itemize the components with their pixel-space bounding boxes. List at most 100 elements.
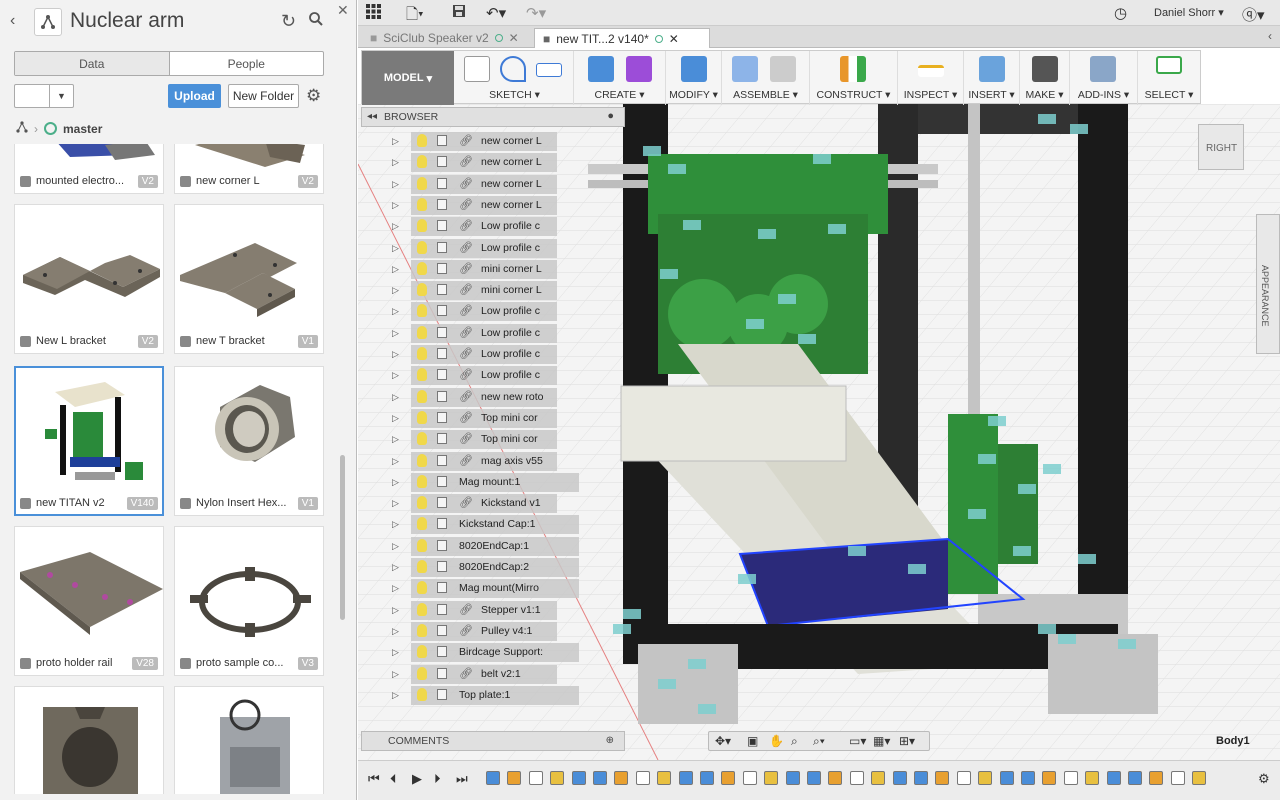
browser-item[interactable]: ▷ 🔗︎ Low profile c: [361, 238, 625, 259]
new-folder-button[interactable]: New Folder: [228, 84, 299, 108]
expand-icon[interactable]: ▷: [392, 221, 399, 232]
undo-icon[interactable]: ↶▾: [486, 4, 506, 22]
insert-group[interactable]: INSERT ▾: [964, 51, 1020, 105]
timeline-feature-icon[interactable]: [764, 771, 779, 785]
redo-icon[interactable]: ↷▾: [526, 4, 546, 22]
timeline-feature-icon[interactable]: [1106, 771, 1121, 785]
file-card[interactable]: [174, 686, 324, 794]
modify-group[interactable]: MODIFY ▾: [666, 51, 722, 105]
timeline-feature-icon[interactable]: [1085, 771, 1100, 785]
timeline-feature-icon[interactable]: [507, 771, 522, 785]
search-icon[interactable]: [309, 12, 323, 30]
expand-icon[interactable]: ▷: [392, 626, 399, 637]
go-to-start-icon[interactable]: ⏮: [368, 771, 380, 787]
timeline-feature-icon[interactable]: [914, 771, 928, 785]
rectangle-icon[interactable]: [536, 63, 562, 77]
visibility-bulb-icon[interactable]: [417, 176, 427, 190]
visibility-bulb-icon[interactable]: [417, 496, 427, 510]
browser-item[interactable]: ▷ Kickstand Cap:1: [361, 514, 625, 535]
browser-item[interactable]: ▷ 🔗︎ mini corner L: [361, 280, 625, 301]
step-forward-icon[interactable]: ⏵: [434, 771, 441, 787]
timeline-settings-icon[interactable]: ⚙: [1258, 771, 1270, 787]
browser-item[interactable]: ▷ 🔗︎ Low profile c: [361, 301, 625, 322]
visibility-bulb-icon[interactable]: [417, 453, 427, 467]
expand-icon[interactable]: ▷: [392, 519, 399, 530]
expand-icon[interactable]: ▷: [392, 690, 399, 701]
visibility-bulb-icon[interactable]: [417, 602, 427, 616]
display-settings-icon[interactable]: ▭▾: [849, 734, 866, 748]
timeline-feature-icon[interactable]: [1192, 771, 1207, 785]
look-at-icon[interactable]: ▣: [747, 734, 758, 748]
user-menu[interactable]: Daniel Shorr ▾: [1154, 6, 1224, 19]
visibility-bulb-icon[interactable]: [417, 623, 427, 637]
expand-icon[interactable]: ▷: [392, 541, 399, 552]
collapse-tabs-icon[interactable]: ‹: [1268, 29, 1272, 43]
browser-item[interactable]: ▷ Top plate:1: [361, 685, 625, 706]
timeline-feature-icon[interactable]: [807, 771, 821, 785]
insert-image-icon[interactable]: [979, 56, 1005, 82]
visibility-bulb-icon[interactable]: [417, 368, 427, 382]
visibility-bulb-icon[interactable]: [417, 219, 427, 233]
expand-icon[interactable]: ▷: [392, 477, 399, 488]
timeline-feature-icon[interactable]: [785, 771, 800, 785]
timeline-feature-icon[interactable]: [721, 771, 736, 785]
browser-item[interactable]: ▷ 🔗︎ mini corner L: [361, 259, 625, 280]
timeline-feature-icon[interactable]: [700, 771, 714, 785]
grid-settings-icon[interactable]: ▦▾: [873, 734, 890, 748]
viewports-icon[interactable]: ⊞▾: [899, 734, 915, 748]
browser-item[interactable]: ▷ 🔗︎ new new roto: [361, 387, 625, 408]
expand-icon[interactable]: ▷: [392, 392, 399, 403]
timeline-feature-icon[interactable]: [678, 771, 693, 785]
browser-header[interactable]: ◂◂ BROWSER ●: [361, 107, 625, 127]
browser-item[interactable]: ▷ 🔗︎ Low profile c: [361, 344, 625, 365]
tab-data[interactable]: Data: [15, 52, 170, 75]
visibility-bulb-icon[interactable]: [417, 517, 427, 531]
browser-item[interactable]: ▷ 🔗︎ new corner L: [361, 195, 625, 216]
timeline-feature-icon[interactable]: [978, 771, 993, 785]
refresh-icon[interactable]: ↻: [281, 11, 296, 32]
new-component-icon[interactable]: [732, 56, 758, 82]
gear-icon[interactable]: ⚙: [306, 86, 321, 106]
visibility-bulb-icon[interactable]: [417, 197, 427, 211]
file-card-selected[interactable]: new TITAN v2 V140: [14, 366, 164, 516]
upload-button[interactable]: Upload: [168, 84, 221, 108]
browser-item[interactable]: ▷ 🔗︎ mag axis v55: [361, 451, 625, 472]
expand-icon[interactable]: ▷: [392, 370, 399, 381]
timeline-feature-icon[interactable]: [593, 771, 607, 785]
clock-icon[interactable]: ◷: [1114, 4, 1127, 22]
browser-item[interactable]: ▷ 🔗︎ Kickstand v1: [361, 493, 625, 514]
file-card[interactable]: proto holder rail V28: [14, 526, 164, 676]
visibility-bulb-icon[interactable]: [417, 347, 427, 360]
expand-icon[interactable]: ▷: [392, 179, 399, 190]
sketch-group[interactable]: SKETCH ▾: [456, 51, 574, 105]
filter-dropdown[interactable]: ▼: [14, 84, 74, 108]
fit-icon[interactable]: ⌕▾: [813, 734, 825, 749]
browser-item[interactable]: ▷ 8020EndCap:1: [361, 536, 625, 557]
make-group[interactable]: MAKE ▾: [1020, 51, 1070, 105]
expand-icon[interactable]: ▷: [392, 285, 399, 296]
timeline-feature-icon[interactable]: [935, 771, 950, 785]
assemble-group[interactable]: ASSEMBLE ▾: [722, 51, 810, 105]
comments-panel[interactable]: COMMENTS ⊕: [361, 731, 625, 751]
file-card[interactable]: mounted electro... V2: [14, 144, 164, 194]
joint-icon[interactable]: [770, 56, 796, 82]
close-tab-icon[interactable]: ✕: [509, 31, 519, 45]
line-icon[interactable]: [500, 56, 526, 82]
timeline-feature-icon[interactable]: [614, 771, 629, 785]
form-icon[interactable]: [626, 56, 652, 82]
viewcube[interactable]: RIGHT: [1198, 124, 1244, 170]
timeline-feature-icon[interactable]: [528, 771, 543, 785]
zoom-icon[interactable]: ⌕: [791, 734, 798, 749]
visibility-bulb-icon[interactable]: [417, 410, 427, 424]
expand-icon[interactable]: ▷: [392, 647, 399, 658]
create-group[interactable]: CREATE ▾: [574, 51, 666, 105]
expand-icon[interactable]: ▷: [392, 413, 399, 424]
expand-icon[interactable]: ▷: [392, 434, 399, 445]
visibility-bulb-icon[interactable]: [417, 581, 427, 595]
browser-item[interactable]: ▷ Birdcage Support:: [361, 642, 625, 663]
press-pull-icon[interactable]: [681, 56, 707, 82]
visibility-bulb-icon[interactable]: [417, 645, 427, 659]
browser-item[interactable]: ▷ Mag mount:1: [361, 472, 625, 493]
file-card[interactable]: [14, 686, 164, 794]
expand-icon[interactable]: ▷: [392, 136, 399, 147]
